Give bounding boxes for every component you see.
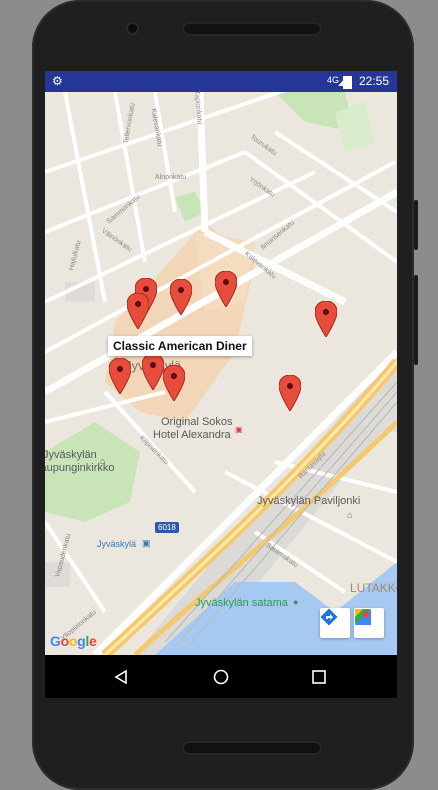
- recents-button[interactable]: [307, 665, 331, 689]
- recents-icon: [312, 670, 326, 684]
- status-bar: ⚙ 4G 22:55: [45, 71, 397, 92]
- front-camera: [128, 24, 137, 33]
- notification-icon: ⚙: [52, 74, 63, 88]
- station-label: Jyväskylä: [97, 539, 137, 549]
- church-icon: ⌂: [100, 456, 106, 466]
- hotel-icon: ▣: [235, 425, 243, 434]
- harbour-icon: ●: [293, 597, 299, 607]
- road-number-badge: 6018: [155, 522, 179, 533]
- train-icon: ▣: [142, 538, 151, 548]
- map-canvas: [45, 92, 397, 655]
- map-marker[interactable]: [215, 271, 237, 307]
- map-marker[interactable]: [279, 375, 301, 411]
- hotel-label: Original Sokos: [161, 416, 233, 428]
- harbour-label: Jyväskylän satama: [195, 597, 288, 609]
- volume-button: [414, 275, 418, 365]
- map-marker[interactable]: [142, 354, 164, 390]
- map-marker[interactable]: [315, 301, 337, 337]
- home-button[interactable]: [209, 665, 233, 689]
- back-icon: [114, 669, 127, 685]
- home-icon: [213, 669, 229, 685]
- district-label: LUTAKKO: [350, 581, 397, 595]
- phone-screen: ⚙ 4G 22:55 Tellervonkatu Kalevankatu Tap…: [45, 71, 397, 698]
- map-marker[interactable]: [170, 279, 192, 315]
- map-marker[interactable]: [163, 365, 185, 401]
- map-marker[interactable]: [127, 293, 149, 329]
- church-label: Jyväskylän: [45, 449, 97, 461]
- pavilion-label: Jyväskylän Paviljonki: [257, 495, 361, 507]
- battery-icon: [343, 76, 352, 89]
- directions-button[interactable]: [320, 608, 350, 638]
- marker-info-window[interactable]: Classic American Diner: [108, 336, 252, 356]
- hotel-label: Hotel Alexandra: [153, 429, 231, 441]
- power-button: [414, 200, 418, 250]
- directions-icon: [320, 608, 338, 626]
- back-button[interactable]: [109, 665, 133, 689]
- earpiece-speaker: [182, 22, 322, 36]
- pavilion-icon: ⌂: [347, 510, 353, 520]
- google-maps-icon: [355, 609, 371, 625]
- street-label: Alnonkatu: [155, 174, 187, 181]
- bottom-speaker: [182, 741, 322, 755]
- map-view[interactable]: Tellervonkatu Kalevankatu Tapionkatu Aln…: [45, 90, 397, 655]
- google-logo: Google: [50, 633, 97, 649]
- status-time: 22:55: [358, 74, 389, 88]
- map-marker[interactable]: [109, 358, 131, 394]
- navigation-bar: [45, 655, 397, 698]
- open-in-maps-button[interactable]: [354, 608, 384, 638]
